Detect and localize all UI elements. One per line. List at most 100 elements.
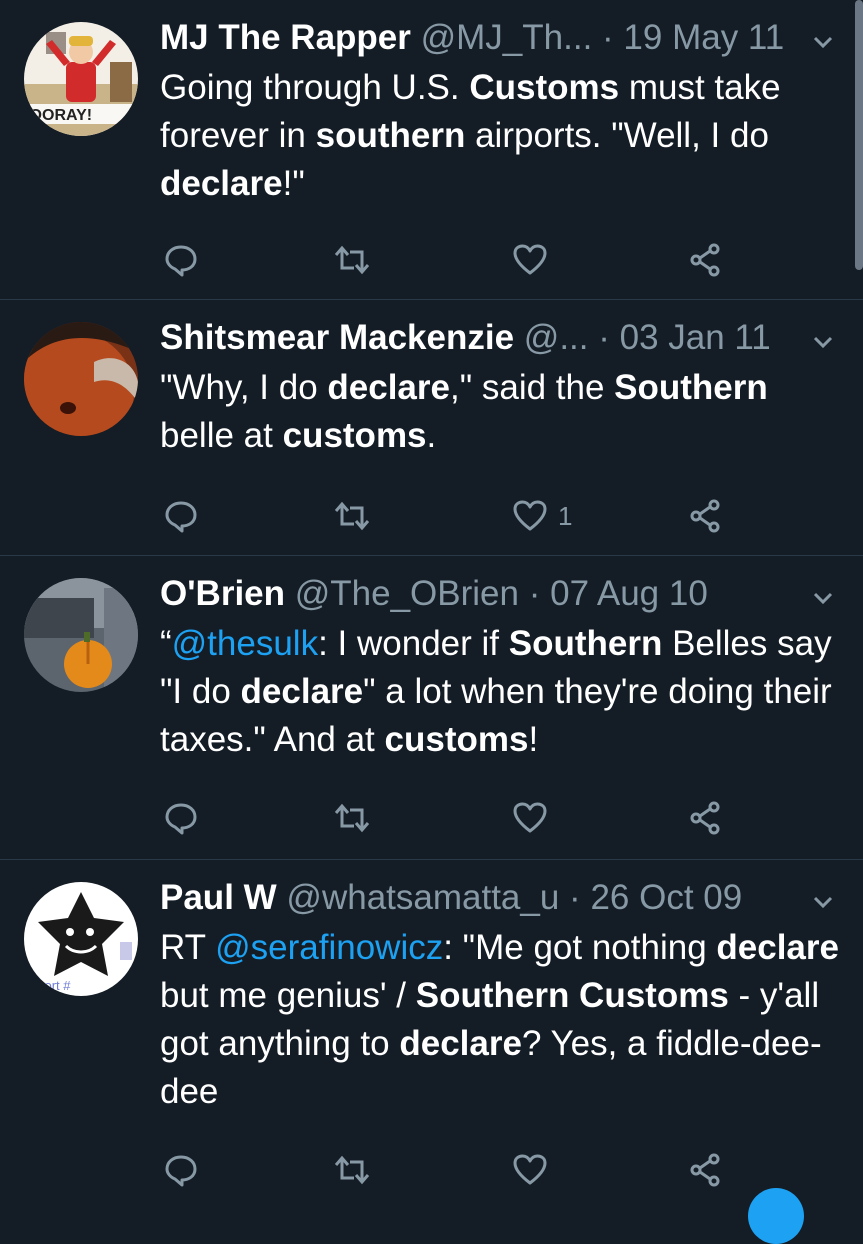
highlighted-keyword: Southern Customs: [415, 976, 729, 1015]
highlighted-keyword: southern: [315, 116, 466, 155]
reply-icon: [164, 1153, 198, 1187]
share-button[interactable]: [688, 1150, 722, 1190]
tweet-actions: [160, 1150, 740, 1190]
retweet-button[interactable]: [332, 496, 372, 536]
display-name[interactable]: Paul W: [160, 878, 277, 917]
highlighted-keyword: declare: [716, 928, 839, 967]
text-segment: but me genius' /: [160, 976, 416, 1015]
text-segment: !": [282, 164, 305, 203]
retweet-button[interactable]: [332, 240, 372, 280]
text-segment: RT: [160, 928, 216, 967]
share-icon: [688, 499, 722, 533]
reply-icon: [164, 499, 198, 533]
tweet-actions: 1: [160, 496, 740, 536]
share-button[interactable]: [688, 240, 722, 280]
highlighted-keyword: Southern: [614, 368, 768, 407]
tweet-text: “@thesulk: I wonder if Southern Belles s…: [160, 620, 843, 764]
text-segment: !: [528, 720, 539, 759]
tweet-header: O'Brien @The_OBrien · 07 Aug 10: [160, 574, 783, 614]
tweet-date[interactable]: 03 Jan 11: [620, 318, 771, 357]
heart-icon: [512, 801, 548, 835]
like-button[interactable]: 1: [512, 496, 572, 536]
display-name[interactable]: Shitsmear Mackenzie: [160, 318, 514, 357]
text-segment: .: [426, 416, 437, 455]
highlighted-keyword: declare: [240, 672, 364, 711]
avatar[interactable]: [24, 322, 138, 436]
scrollbar[interactable]: [855, 0, 863, 270]
retweet-button[interactable]: [332, 798, 372, 838]
mention-link[interactable]: @thesulk: [172, 624, 318, 663]
share-icon: [688, 1153, 722, 1187]
chevron-down-icon[interactable]: [811, 330, 835, 354]
heart-icon: [512, 499, 548, 533]
separator-dot: ·: [598, 318, 620, 357]
tweet-header: Shitsmear Mackenzie @... · 03 Jan 11: [160, 318, 783, 358]
reply-icon: [164, 801, 198, 835]
like-button[interactable]: [512, 240, 558, 280]
retweet-icon: [332, 499, 372, 533]
tweet-text: "Why, I do declare," said the Southern b…: [160, 364, 843, 460]
tweet-date[interactable]: 07 Aug 10: [550, 574, 708, 613]
avatar-text: pport #: [30, 978, 71, 993]
mention-link[interactable]: @serafinowicz: [215, 928, 443, 967]
tweet-actions: [160, 798, 740, 838]
tweet-date[interactable]: 19 May 11: [623, 18, 784, 57]
tweet[interactable]: HOORAY! MJ The Rapper @MJ_Th... · 19 May…: [0, 0, 863, 300]
share-icon: [688, 801, 722, 835]
tweet-date[interactable]: 26 Oct 09: [590, 878, 742, 917]
text-segment: Going through U.S.: [160, 68, 470, 107]
tweet[interactable]: O'Brien @The_OBrien · 07 Aug 10 “@thesul…: [0, 556, 863, 860]
tweet-actions: [160, 240, 740, 280]
like-button[interactable]: [512, 1150, 558, 1190]
share-icon: [688, 243, 722, 277]
user-handle[interactable]: @The_OBrien: [295, 574, 519, 613]
like-count: 1: [558, 500, 573, 531]
avatar[interactable]: pport #: [24, 882, 138, 996]
highlighted-keyword: customs: [384, 720, 529, 759]
text-segment: airports. "Well, I do: [465, 116, 769, 155]
tweet-text: RT @serafinowicz: "Me got nothing declar…: [160, 924, 843, 1116]
user-handle[interactable]: @whatsamatta_u: [286, 878, 559, 917]
highlighted-keyword: Customs: [469, 68, 620, 107]
retweet-icon: [332, 801, 372, 835]
highlighted-keyword: declare: [327, 368, 450, 407]
reply-button[interactable]: [164, 240, 198, 280]
separator-dot: ·: [602, 18, 624, 57]
reply-icon: [164, 243, 198, 277]
highlighted-keyword: Southern: [508, 624, 663, 663]
compose-button[interactable]: [748, 1188, 804, 1244]
tweet-header: MJ The Rapper @MJ_Th... · 19 May 11: [160, 18, 784, 58]
display-name[interactable]: O'Brien: [160, 574, 285, 613]
chevron-down-icon[interactable]: [811, 890, 835, 914]
highlighted-keyword: declare: [399, 1024, 522, 1063]
retweet-button[interactable]: [332, 1150, 372, 1190]
share-button[interactable]: [688, 798, 722, 838]
user-handle[interactable]: @...: [524, 318, 589, 357]
tweet-text: Going through U.S. Customs must take for…: [160, 64, 843, 208]
text-segment: : I wonder if: [318, 624, 509, 663]
share-button[interactable]: [688, 496, 722, 536]
reply-button[interactable]: [164, 798, 198, 838]
user-handle[interactable]: @MJ_Th...: [421, 18, 593, 57]
like-button[interactable]: [512, 798, 558, 838]
tweet[interactable]: Shitsmear Mackenzie @... · 03 Jan 11 "Wh…: [0, 300, 863, 556]
chevron-down-icon[interactable]: [811, 586, 835, 610]
avatar[interactable]: HOORAY!: [24, 22, 138, 136]
tweet[interactable]: pport # Paul W @whatsamatta_u · 26 Oct 0…: [0, 860, 863, 1200]
avatar[interactable]: [24, 578, 138, 692]
text-segment: “: [160, 624, 172, 663]
retweet-icon: [332, 1153, 372, 1187]
separator-dot: ·: [569, 878, 591, 917]
reply-button[interactable]: [164, 496, 198, 536]
heart-icon: [512, 243, 548, 277]
heart-icon: [512, 1153, 548, 1187]
text-segment: belle at: [160, 416, 283, 455]
text-segment: : "Me got nothing: [443, 928, 717, 967]
highlighted-keyword: customs: [282, 416, 427, 455]
reply-button[interactable]: [164, 1150, 198, 1190]
display-name[interactable]: MJ The Rapper: [160, 18, 411, 57]
avatar-text: HOORAY!: [24, 107, 92, 124]
chevron-down-icon[interactable]: [811, 30, 835, 54]
tweet-header: Paul W @whatsamatta_u · 26 Oct 09: [160, 878, 783, 918]
highlighted-keyword: declare: [160, 164, 283, 203]
